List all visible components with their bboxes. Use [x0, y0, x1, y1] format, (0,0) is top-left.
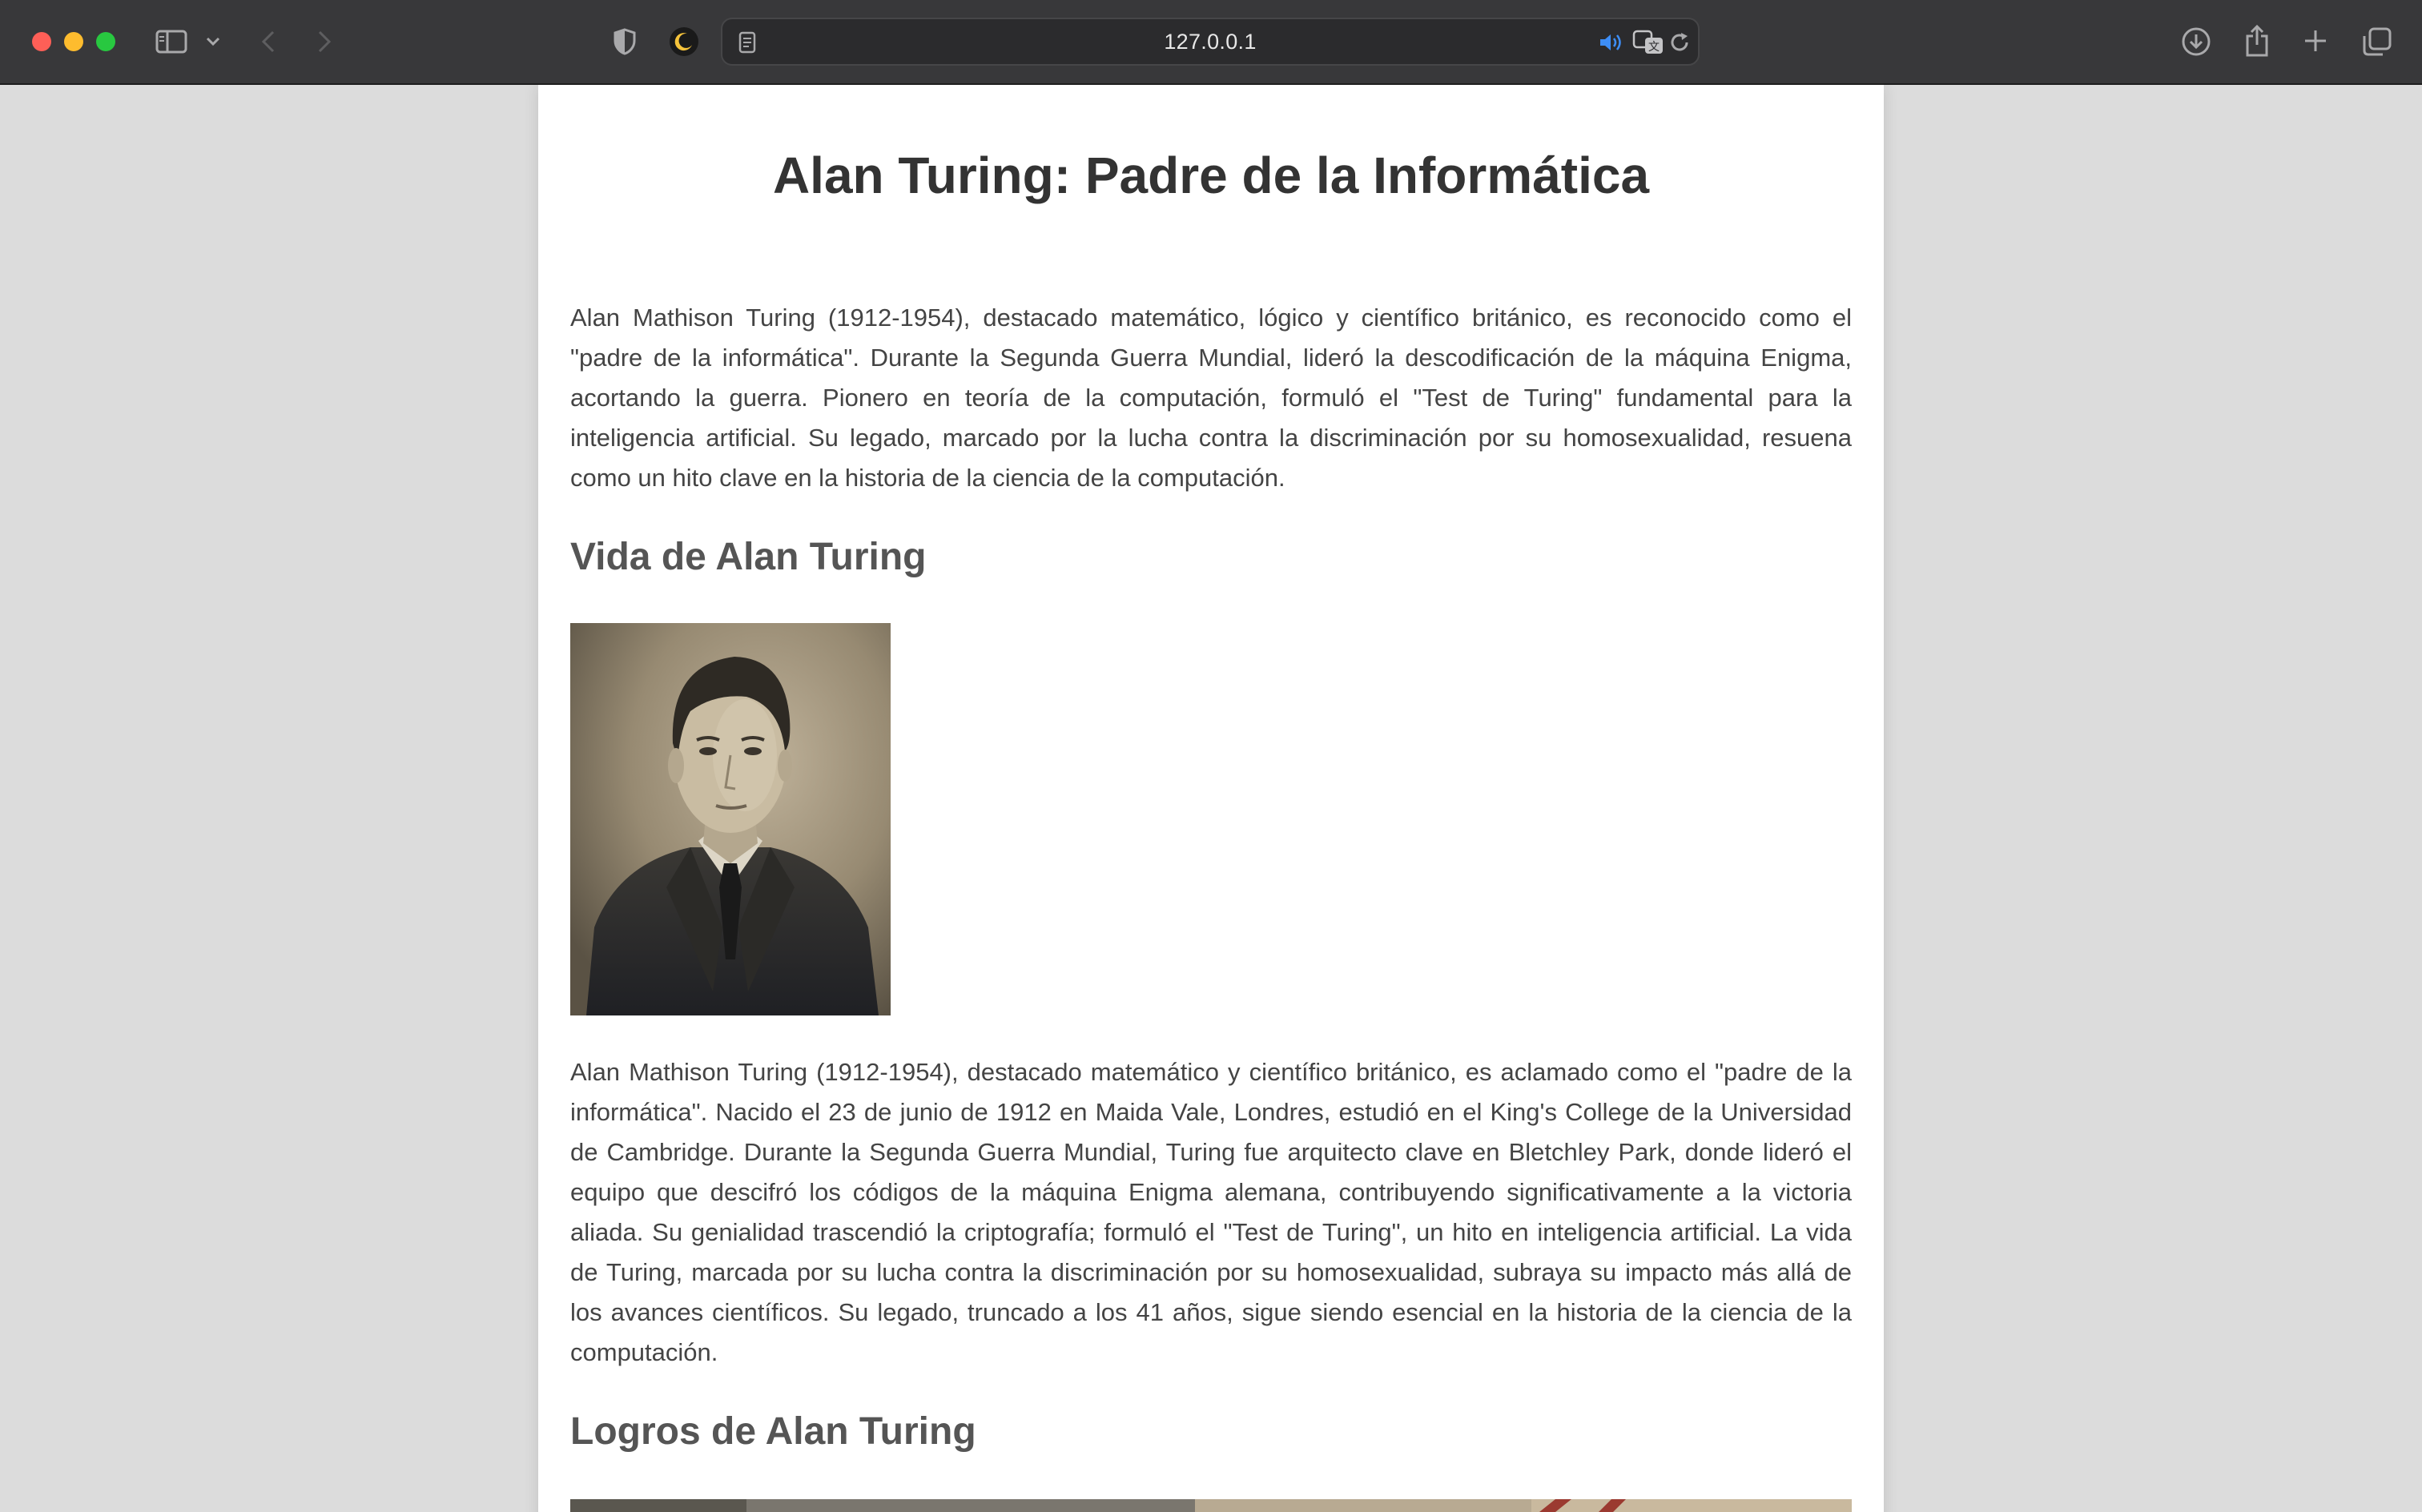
tab-overview-icon[interactable]	[2361, 26, 2393, 58]
speaker-icon[interactable]	[1597, 30, 1624, 54]
forward-arrow-icon[interactable]	[314, 26, 335, 58]
dark-mode-icon[interactable]	[668, 26, 700, 58]
reload-icon[interactable]	[1668, 30, 1692, 54]
page-title: Alan Turing: Padre de la Informática	[772, 147, 1650, 204]
achievements-section-heading: Logros de Alan Turing	[570, 1410, 976, 1453]
chevron-down-icon[interactable]	[203, 32, 223, 51]
life-section-heading: Vida de Alan Turing	[570, 536, 927, 578]
intro-paragraph: Alan Mathison Turing (1912-1954), destac…	[570, 304, 1852, 492]
window-minimize-button[interactable]	[64, 32, 83, 51]
window-close-button[interactable]	[32, 32, 51, 51]
address-bar[interactable]: 127.0.0.1 文	[721, 18, 1700, 66]
privacy-shield-icon[interactable]	[610, 27, 639, 56]
web-viewport: Alan Turing: Padre de la Informática Ala…	[0, 85, 2422, 1512]
new-tab-plus-icon[interactable]	[2302, 27, 2329, 54]
window-zoom-button[interactable]	[96, 32, 115, 51]
address-url[interactable]: 127.0.0.1	[722, 19, 1698, 64]
sidebar-icon[interactable]	[154, 27, 189, 56]
alan-turing-portrait-image	[570, 623, 891, 1015]
back-arrow-icon[interactable]	[258, 26, 279, 58]
downloads-icon[interactable]	[2180, 26, 2212, 58]
translate-icon[interactable]: 文	[1632, 29, 1664, 56]
page-container: Alan Turing: Padre de la Informática Ala…	[538, 85, 1884, 1512]
browser-toolbar: 127.0.0.1 文	[0, 0, 2422, 85]
share-icon[interactable]	[2243, 22, 2271, 58]
achievements-image	[570, 1499, 1852, 1512]
life-paragraph: Alan Mathison Turing (1912-1954), destac…	[570, 1058, 1852, 1366]
svg-text:文: 文	[1648, 41, 1660, 54]
